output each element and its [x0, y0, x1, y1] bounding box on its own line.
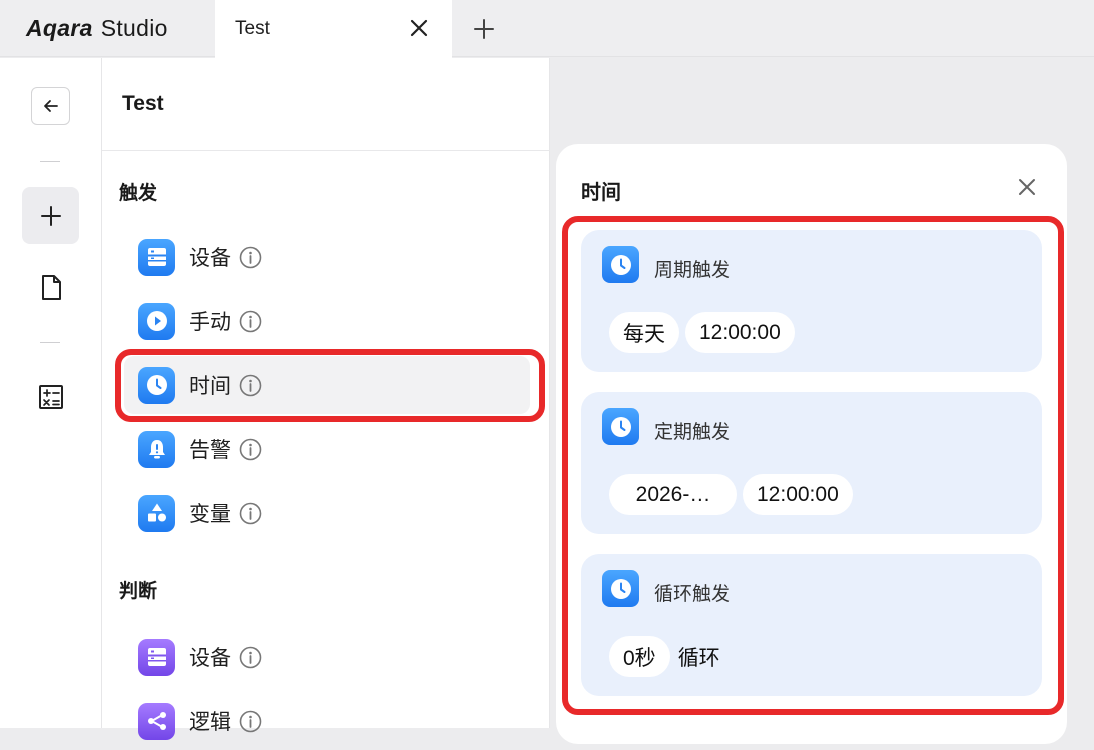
item-label: 变量 [189, 503, 231, 526]
item-label: 手动 [189, 311, 231, 334]
add-node-button[interactable] [22, 187, 79, 244]
time-trigger-card: 时间 周期触发 每天 12:00:00 定期触发 2026-… 12:00:00… [556, 144, 1067, 744]
node-list-panel: Test 触发 设备 手动 时间 告警 变量 判断 设备 逻辑 [102, 58, 550, 740]
panel-title: Test [122, 92, 164, 115]
section-trigger: 触发 [119, 183, 158, 204]
clock-icon [602, 246, 639, 283]
logic-icon [138, 702, 175, 740]
close-icon[interactable] [408, 17, 430, 39]
trigger-item-variable[interactable]: 变量 [124, 484, 530, 542]
card-title: 时间 [581, 182, 621, 204]
rail-divider [40, 161, 60, 162]
section-condition: 判断 [119, 581, 158, 602]
condition-item-logic[interactable]: 逻辑 [124, 692, 530, 750]
time-chip[interactable]: 12:00:00 [743, 474, 853, 515]
trigger-values: 0秒 循环 [609, 636, 720, 677]
item-label: 逻辑 [189, 711, 231, 734]
device-icon [138, 638, 175, 676]
plus-icon [474, 19, 494, 39]
tab-test[interactable]: Test [215, 0, 452, 58]
item-label: 告警 [189, 439, 231, 462]
trigger-name: 定期触发 [654, 422, 731, 443]
trigger-name: 周期触发 [654, 260, 731, 281]
frequency-chip[interactable]: 每天 [609, 312, 679, 353]
item-label: 设备 [189, 647, 231, 670]
panel-divider [102, 150, 550, 151]
info-icon[interactable] [239, 246, 262, 269]
time-chip[interactable]: 12:00:00 [685, 312, 795, 353]
arrow-left-icon [43, 100, 58, 112]
trigger-values: 2026-… 12:00:00 [609, 474, 859, 515]
play-icon [138, 302, 175, 340]
calculator-icon[interactable] [37, 383, 65, 411]
alarm-icon [138, 430, 175, 468]
trigger-periodic[interactable]: 周期触发 每天 12:00:00 [581, 230, 1042, 372]
trigger-item-manual[interactable]: 手动 [124, 292, 530, 350]
app-brand: Aqara Studio [0, 0, 215, 57]
shapes-icon [138, 494, 175, 532]
info-icon[interactable] [239, 438, 262, 461]
info-icon[interactable] [239, 710, 262, 733]
info-icon[interactable] [239, 374, 262, 397]
info-icon[interactable] [239, 646, 262, 669]
clock-icon [602, 408, 639, 445]
device-icon [138, 238, 175, 276]
brand-logo: Aqara [26, 15, 93, 41]
info-icon[interactable] [239, 502, 262, 525]
document-icon[interactable] [38, 274, 64, 302]
clock-icon [602, 570, 639, 607]
trigger-scheduled[interactable]: 定期触发 2026-… 12:00:00 [581, 392, 1042, 534]
condition-item-device[interactable]: 设备 [124, 628, 530, 686]
left-rail [0, 58, 102, 728]
rail-divider [40, 342, 60, 343]
plus-icon [40, 205, 61, 226]
trigger-item-time[interactable]: 时间 [124, 356, 530, 414]
date-chip[interactable]: 2026-… [609, 474, 737, 515]
tab-label: Test [235, 18, 270, 39]
item-label: 时间 [189, 375, 231, 398]
loop-label: 循环 [677, 646, 720, 670]
item-label: 设备 [189, 247, 231, 270]
interval-chip[interactable]: 0秒 [609, 636, 670, 677]
trigger-values: 每天 12:00:00 [609, 312, 801, 353]
back-button[interactable] [31, 87, 70, 125]
trigger-item-alarm[interactable]: 告警 [124, 420, 530, 478]
clock-icon [138, 366, 175, 404]
info-icon[interactable] [239, 310, 262, 333]
new-tab-button[interactable] [466, 13, 502, 45]
trigger-name: 循环触发 [654, 584, 731, 605]
trigger-item-device[interactable]: 设备 [124, 228, 530, 286]
brand-name: Studio [100, 15, 168, 41]
tab-bar: Aqara Studio Test [0, 0, 1094, 58]
close-icon[interactable] [1017, 177, 1037, 197]
trigger-loop[interactable]: 循环触发 0秒 循环 [581, 554, 1042, 696]
